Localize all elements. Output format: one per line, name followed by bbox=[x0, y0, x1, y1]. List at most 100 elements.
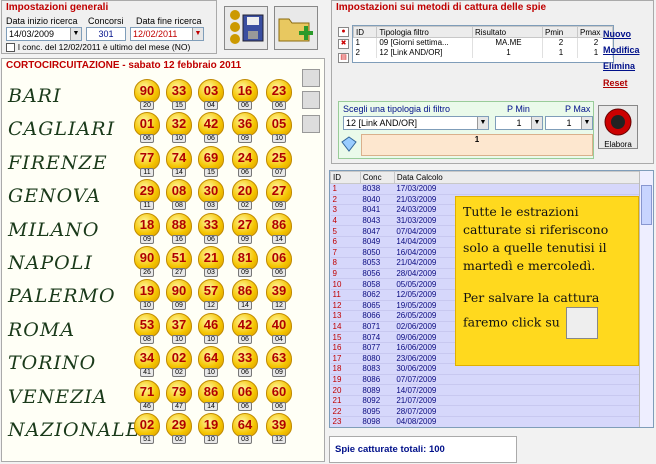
number-bulb[interactable]: 21 03 bbox=[198, 246, 224, 278]
list-item[interactable]: 20 8089 14/07/2009 bbox=[330, 384, 640, 396]
number-bulb[interactable]: 64 10 bbox=[198, 346, 224, 378]
col-id[interactable]: ID bbox=[352, 26, 378, 38]
list-item[interactable]: 21 8092 21/07/2009 bbox=[330, 395, 640, 407]
col-result[interactable]: Risultato bbox=[471, 26, 543, 38]
number-bulb[interactable]: 79 47 bbox=[166, 379, 192, 412]
end-date-field[interactable]: 12/02/2011 ▼ bbox=[130, 27, 204, 41]
delete-row-icon[interactable]: ✖ bbox=[338, 39, 349, 49]
number-bulb[interactable]: 02 02 bbox=[166, 346, 192, 378]
diamond-icon[interactable] bbox=[341, 136, 357, 152]
new-link[interactable]: Nuovo bbox=[603, 29, 631, 39]
scrollbar-thumb[interactable] bbox=[641, 185, 652, 225]
table-row[interactable]: 1 09 [Giorni settima... MA.ME 2 2 bbox=[353, 37, 614, 48]
number-bulb[interactable]: 39 12 bbox=[266, 279, 292, 311]
list-item[interactable]: 24810111/08/2009 bbox=[331, 427, 640, 428]
reset-link[interactable]: Reset bbox=[603, 78, 628, 88]
number-bulb[interactable]: 36 09 bbox=[232, 112, 258, 144]
open-folder-button[interactable] bbox=[274, 6, 318, 50]
number-bulb[interactable]: 42 06 bbox=[232, 312, 258, 345]
number-bulb[interactable]: 34 41 bbox=[134, 346, 160, 378]
chevron-down-icon[interactable]: ▼ bbox=[531, 117, 542, 129]
number-bulb[interactable]: 06 06 bbox=[232, 379, 258, 412]
list-scrollbar[interactable] bbox=[639, 171, 653, 427]
draws-field[interactable]: 301 bbox=[86, 27, 126, 41]
number-bulb[interactable]: 29 11 bbox=[134, 179, 160, 211]
number-bulb[interactable]: 39 12 bbox=[266, 413, 292, 445]
col-id[interactable]: ID bbox=[330, 171, 361, 184]
number-bulb[interactable]: 06 06 bbox=[266, 246, 292, 278]
database-icon[interactable] bbox=[302, 91, 320, 109]
number-bulb[interactable]: 90 20 bbox=[134, 79, 160, 111]
number-bulb[interactable]: 53 08 bbox=[134, 312, 160, 345]
pmin-select[interactable]: 1 ▼ bbox=[495, 116, 543, 130]
number-bulb[interactable]: 86 14 bbox=[232, 279, 258, 311]
number-bulb[interactable]: 33 15 bbox=[166, 79, 192, 111]
delete-link[interactable]: Elimina bbox=[603, 61, 635, 71]
number-bulb[interactable]: 33 06 bbox=[232, 346, 258, 378]
number-bulb[interactable]: 88 16 bbox=[166, 212, 192, 245]
number-bulb[interactable]: 01 06 bbox=[134, 112, 160, 144]
number-bulb[interactable]: 64 03 bbox=[232, 413, 258, 445]
number-bulb[interactable]: 02 51 bbox=[134, 413, 160, 445]
number-bulb[interactable]: 86 14 bbox=[198, 379, 224, 412]
number-bulb[interactable]: 27 09 bbox=[232, 212, 258, 245]
number-bulb[interactable]: 71 46 bbox=[134, 379, 160, 412]
list-item[interactable]: 23 8098 04/08/2009 bbox=[330, 416, 640, 427]
number-bulb[interactable]: 16 06 bbox=[232, 79, 258, 111]
number-bulb[interactable]: 23 06 bbox=[266, 79, 292, 111]
number-bulb[interactable]: 05 10 bbox=[266, 112, 292, 144]
last-of-month-checkbox[interactable] bbox=[6, 43, 15, 52]
table-row[interactable]: 2 12 [Link AND/OR] 1 1 1 bbox=[353, 47, 614, 58]
chevron-down-icon[interactable]: ▼ bbox=[192, 28, 203, 40]
col-conc[interactable]: Conc bbox=[359, 171, 395, 184]
number-bulb[interactable]: 27 09 bbox=[266, 179, 292, 211]
chevron-down-icon[interactable]: ▼ bbox=[581, 117, 592, 129]
col-pmin[interactable]: Pmin bbox=[541, 26, 578, 38]
wheel-name: CAGLIARI bbox=[8, 118, 116, 141]
record-icon[interactable]: ● bbox=[338, 27, 349, 37]
number-bulb[interactable]: 90 26 bbox=[134, 246, 160, 278]
number-bulb[interactable]: 40 04 bbox=[266, 312, 292, 345]
number-bulb[interactable]: 29 02 bbox=[166, 413, 192, 445]
number-bulb[interactable]: 20 02 bbox=[232, 179, 258, 211]
filter-select[interactable]: 12 [Link AND/OR] ▼ bbox=[343, 116, 489, 130]
number-bulb[interactable]: 46 10 bbox=[198, 312, 224, 345]
number-bulb[interactable]: 25 07 bbox=[266, 145, 292, 178]
elabora-button[interactable]: Elabora bbox=[598, 105, 638, 149]
pencil-icon[interactable] bbox=[302, 115, 320, 133]
document-icon[interactable]: ▤ bbox=[338, 53, 349, 63]
chevron-down-icon[interactable]: ▼ bbox=[70, 28, 81, 40]
number-bulb[interactable]: 57 12 bbox=[198, 279, 224, 311]
pmax-select[interactable]: 1 ▼ bbox=[545, 116, 593, 130]
number-bulb[interactable]: 19 10 bbox=[198, 413, 224, 445]
save-button[interactable] bbox=[224, 6, 268, 50]
number-bulb[interactable]: 69 15 bbox=[198, 145, 224, 178]
number-bulb[interactable]: 51 27 bbox=[166, 246, 192, 278]
number-bulb[interactable]: 08 08 bbox=[166, 179, 192, 211]
number-bulb[interactable]: 24 06 bbox=[232, 145, 258, 178]
number-bulb[interactable]: 63 09 bbox=[266, 346, 292, 378]
number-bulb[interactable]: 37 10 bbox=[166, 312, 192, 345]
number-bulb[interactable]: 03 04 bbox=[198, 79, 224, 111]
number-bulb[interactable]: 77 11 bbox=[134, 145, 160, 178]
audio-wave-icon[interactable] bbox=[302, 69, 320, 87]
number-bulb[interactable]: 81 09 bbox=[232, 246, 258, 278]
list-item[interactable]: 22 8095 28/07/2009 bbox=[330, 405, 640, 418]
number-bulb[interactable]: 74 14 bbox=[166, 145, 192, 178]
number-bulb[interactable]: 33 06 bbox=[198, 212, 224, 245]
list-item[interactable]: 1 8038 17/03/2009 bbox=[330, 183, 640, 195]
number-bulb[interactable]: 30 03 bbox=[198, 179, 224, 211]
chevron-down-icon[interactable]: ▼ bbox=[477, 117, 488, 129]
number-bulb[interactable]: 42 06 bbox=[198, 112, 224, 144]
number-bulb[interactable]: 32 10 bbox=[166, 112, 192, 144]
number-bulb[interactable]: 19 10 bbox=[134, 279, 160, 311]
start-date-field[interactable]: 14/03/2009 ▼ bbox=[6, 27, 82, 41]
col-filter-type[interactable]: Tipologia filtro bbox=[376, 26, 473, 38]
col-date[interactable]: Data Calcolo bbox=[393, 171, 641, 184]
number-bulb[interactable]: 60 06 bbox=[266, 379, 292, 412]
number-bulb[interactable]: 86 14 bbox=[266, 212, 292, 245]
number-bulb[interactable]: 18 09 bbox=[134, 212, 160, 245]
edit-link[interactable]: Modifica bbox=[603, 45, 640, 55]
list-item[interactable]: 19 8086 07/07/2009 bbox=[330, 374, 640, 386]
number-bulb[interactable]: 90 09 bbox=[166, 279, 192, 311]
